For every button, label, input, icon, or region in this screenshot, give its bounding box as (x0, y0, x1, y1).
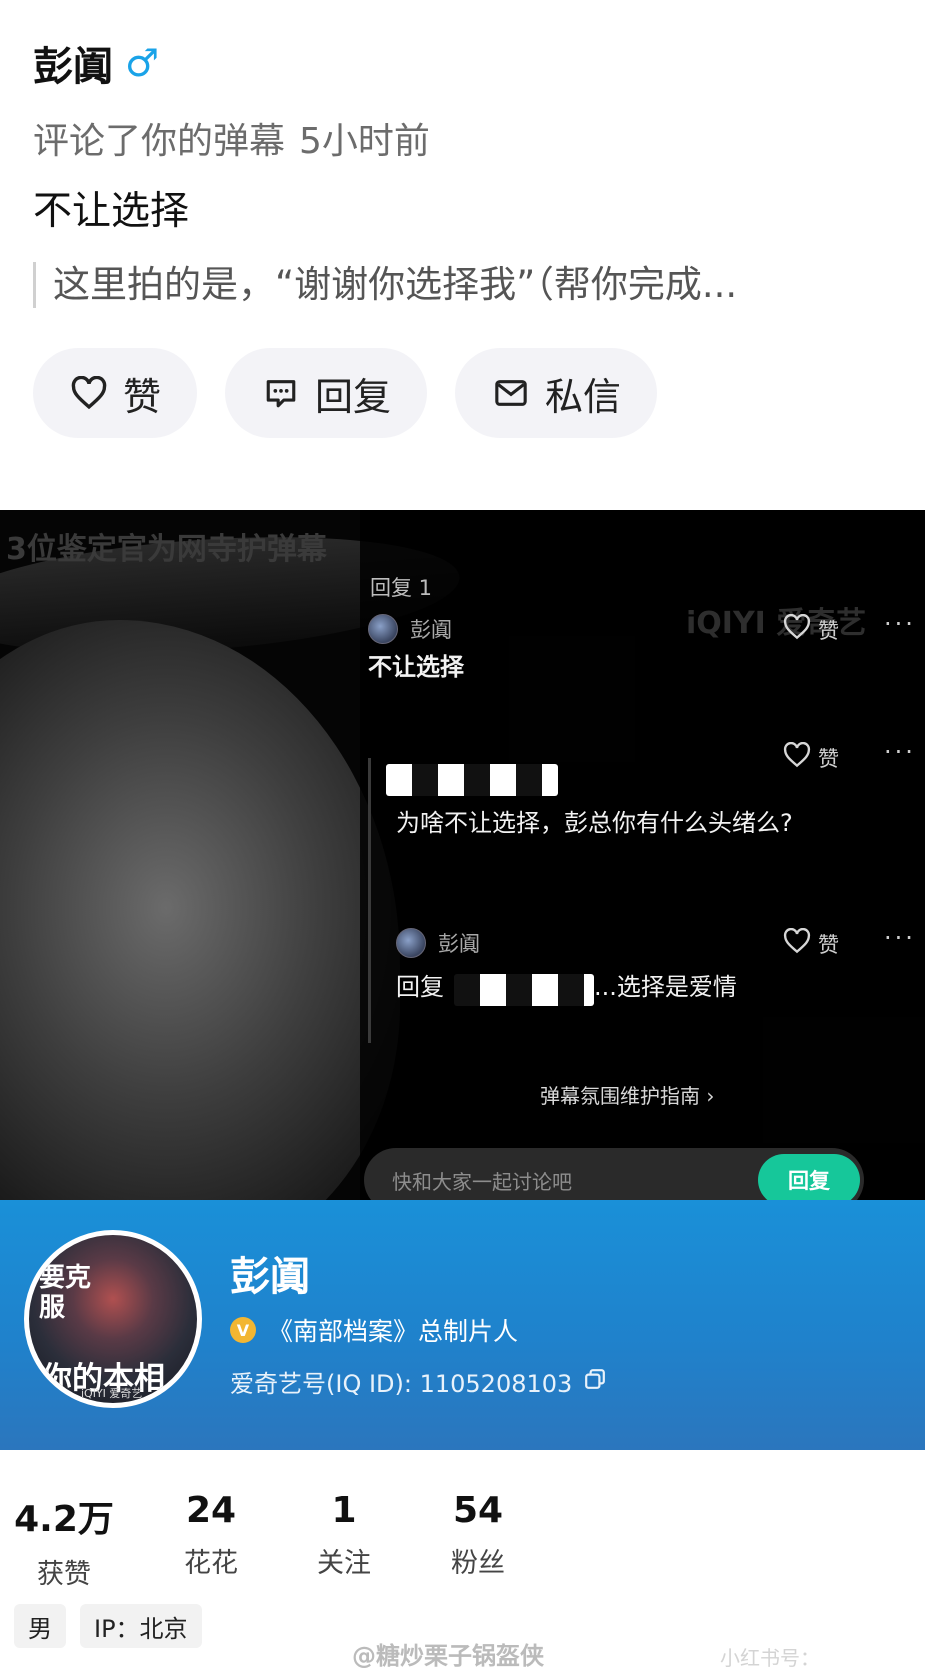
profile-header: 要克 服 你的本相 iQIYI 爱奇艺 彭阗 V 《南部档案》总制片人 爱奇艺号… (0, 1200, 925, 1450)
stat-number: 24 (185, 1490, 237, 1531)
comment-username[interactable]: 彭阗 (438, 928, 480, 958)
thread-line (368, 758, 371, 1043)
weibo-watermark: @糖炒栗子锅盔侠 (352, 1642, 544, 1670)
comment-like-button[interactable]: 赞 (782, 613, 839, 645)
action-buttons: 赞 回复 私信 (33, 348, 685, 438)
stat-number: 4.2万 (14, 1499, 114, 1540)
reply-prefix: 回复 (396, 973, 444, 1001)
comment-like-button[interactable]: 赞 (782, 741, 839, 773)
profile-iq-id: 爱奇艺号(IQ ID): 1105208103 (230, 1370, 573, 1398)
profile-title: 《南部档案》总制片人 (268, 1317, 519, 1346)
stat-likes[interactable]: 4.2万 获赞 (4, 1490, 124, 1591)
stat-followers[interactable]: 54 粉丝 (418, 1490, 538, 1580)
profile-name: 彭阗 (230, 1254, 310, 1300)
stat-label: 粉丝 (451, 1548, 505, 1579)
stat-label: 关注 (317, 1548, 371, 1579)
comment-text: 为啥不让选择，彭总你有什么头绪么? (396, 809, 793, 837)
profile-avatar[interactable]: 要克 服 你的本相 iQIYI 爱奇艺 (24, 1230, 202, 1408)
notification-meta: 评论了你的弹幕 5小时前 (33, 112, 430, 164)
comment-text: 不让选择 (368, 653, 464, 681)
avatar-caption-top: 要克 服 (39, 1263, 92, 1323)
comment-username[interactable]: 彭阗 (410, 614, 452, 644)
video-frame-face (0, 620, 400, 1200)
like-label: 赞 (818, 618, 839, 643)
stat-number: 54 (452, 1490, 504, 1531)
profile-id-row: 爱奇艺号(IQ ID): 1105208103 (230, 1364, 606, 1399)
more-options-icon[interactable]: ··· (884, 610, 916, 638)
ip-tag: IP：北京 (80, 1604, 202, 1648)
copy-icon[interactable] (584, 1368, 606, 1396)
message-button[interactable]: 私信 (455, 348, 658, 438)
comment-text: 不让选择 (33, 189, 190, 234)
send-reply-button[interactable]: 回复 (758, 1154, 860, 1200)
heart-icon (782, 927, 812, 959)
stat-label: 花花 (184, 1548, 238, 1579)
stat-label: 获赞 (37, 1559, 91, 1590)
comment-icon (261, 373, 301, 413)
comment-input-bar: 快和大家一起讨论吧 回复 (364, 1148, 864, 1200)
heart-icon (782, 613, 812, 645)
sub-comment-header: 彭阗 (396, 928, 480, 958)
more-options-icon[interactable]: ··· (884, 738, 916, 766)
like-label: 赞 (818, 932, 839, 957)
quoted-danmaku[interactable]: 这里拍的是，“谢谢你选择我”（帮你完成... (33, 262, 893, 308)
top-comment-header: 彭阗 (368, 614, 452, 644)
verified-badge-icon: V (230, 1317, 256, 1343)
video-comment-panel: 3位鉴定官为网寺护弹幕 iQIYI 爱奇艺 回复 1 彭阗 赞 ··· 不让选择… (0, 510, 925, 1200)
male-icon: ♂ (125, 41, 160, 85)
notification-header: 彭阗 ♂ (33, 34, 159, 92)
comment-input[interactable]: 快和大家一起讨论吧 (392, 1166, 572, 1195)
like-label: 赞 (123, 374, 162, 419)
like-button[interactable]: 赞 (33, 348, 198, 438)
comment-like-button[interactable]: 赞 (782, 927, 839, 959)
reply-panel: 回复 1 彭阗 赞 ··· 不让选择 赞 ··· 为啥不让选择，彭总你有什么头绪… (364, 510, 925, 1200)
heart-icon (69, 373, 109, 413)
avatar-logo: iQIYI 爱奇艺 (81, 1387, 143, 1400)
redacted-username (454, 974, 594, 1006)
notification-action: 评论了你的弹幕 (33, 121, 286, 162)
avatar[interactable] (396, 928, 426, 958)
reply-button[interactable]: 回复 (225, 348, 428, 438)
video-overlay-title: 3位鉴定官为网寺护弹幕 (6, 532, 327, 567)
notification-time: 5小时前 (299, 121, 430, 162)
reply-label: 回复 (315, 374, 392, 419)
mail-icon (491, 373, 531, 413)
stat-flowers[interactable]: 24 花花 (151, 1490, 271, 1580)
redacted-username (386, 764, 558, 796)
gender-tag: 男 (14, 1604, 66, 1648)
commenter-name[interactable]: 彭阗 (33, 34, 113, 92)
notification-card: 彭阗 ♂ 评论了你的弹幕 5小时前 不让选择 这里拍的是，“谢谢你选择我”（帮你完… (0, 0, 925, 510)
like-label: 赞 (818, 746, 839, 771)
reply-count: 回复 1 (370, 576, 433, 600)
stat-number: 1 (331, 1490, 357, 1531)
danmaku-guide-link[interactable]: 弹幕氛围维护指南 › (540, 1080, 714, 1109)
xiaohongshu-watermark: 小红书号：604323701 (720, 1646, 835, 1672)
more-options-icon[interactable]: ··· (884, 924, 916, 952)
stat-following[interactable]: 1 关注 (284, 1490, 404, 1580)
reply-suffix: ...选择是爱情 (594, 973, 737, 1001)
heart-icon (782, 741, 812, 773)
profile-title-row: V 《南部档案》总制片人 (230, 1312, 518, 1348)
message-label: 私信 (545, 374, 622, 419)
avatar[interactable] (368, 614, 398, 644)
